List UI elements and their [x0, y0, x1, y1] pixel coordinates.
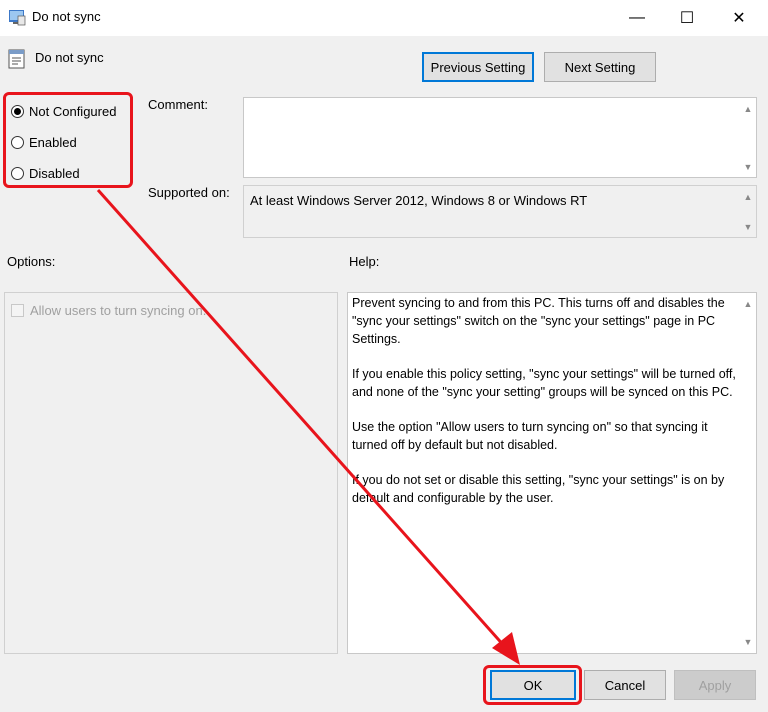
- comment-textarea[interactable]: ▲ ▼: [243, 97, 757, 178]
- supported-on-label: Supported on:: [148, 185, 230, 200]
- allow-syncing-option[interactable]: Allow users to turn syncing on.: [11, 303, 206, 318]
- help-paragraph: Use the option "Allow users to turn sync…: [352, 420, 708, 452]
- scroll-up-icon[interactable]: ▲: [743, 104, 753, 114]
- scroll-down-icon[interactable]: ▼: [743, 222, 753, 232]
- allow-syncing-label: Allow users to turn syncing on.: [30, 303, 207, 318]
- close-button[interactable]: ✕: [716, 0, 762, 36]
- scroll-down-icon[interactable]: ▼: [743, 637, 753, 647]
- comment-label: Comment:: [148, 97, 208, 112]
- annotation-highlight-box: [3, 92, 133, 188]
- title-bar: Do not sync — ☐ ✕: [0, 0, 768, 36]
- supported-on-value: At least Windows Server 2012, Windows 8 …: [250, 193, 588, 208]
- help-heading: Help:: [349, 254, 380, 269]
- next-setting-button[interactable]: Next Setting: [544, 52, 656, 82]
- minimize-button[interactable]: —: [614, 0, 660, 36]
- scroll-down-icon[interactable]: ▼: [743, 162, 753, 172]
- previous-setting-button[interactable]: Previous Setting: [422, 52, 534, 82]
- cancel-button[interactable]: Cancel: [584, 670, 666, 700]
- supported-on-field: At least Windows Server 2012, Windows 8 …: [243, 185, 757, 238]
- policy-window-icon: [8, 8, 26, 29]
- options-pane: Allow users to turn syncing on.: [4, 292, 338, 654]
- help-paragraph: If you do not set or disable this settin…: [352, 473, 725, 505]
- help-paragraph: Prevent syncing to and from this PC. Thi…: [352, 296, 725, 346]
- scroll-up-icon[interactable]: ▲: [743, 299, 753, 309]
- help-text: Prevent syncing to and from this PC. Thi…: [352, 294, 737, 524]
- maximize-button[interactable]: ☐: [664, 0, 710, 36]
- annotation-highlight-box: [483, 665, 582, 705]
- options-heading: Options:: [7, 254, 56, 269]
- apply-button[interactable]: Apply: [674, 670, 756, 700]
- help-paragraph: If you enable this policy setting, "sync…: [352, 367, 736, 399]
- policy-setting-icon: [8, 49, 26, 72]
- window-title: Do not sync: [32, 9, 101, 24]
- scroll-up-icon[interactable]: ▲: [743, 192, 753, 202]
- policy-name: Do not sync: [35, 50, 104, 65]
- allow-syncing-checkbox[interactable]: [11, 304, 24, 317]
